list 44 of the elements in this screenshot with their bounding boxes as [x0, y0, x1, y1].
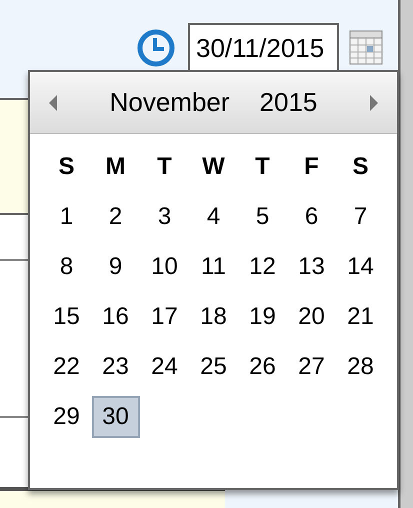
day-cell[interactable]: 22	[51, 349, 82, 385]
day-cell[interactable]: 29	[51, 399, 82, 435]
day-cell[interactable]: 20	[296, 299, 327, 335]
next-month-button[interactable]	[369, 94, 379, 112]
clock-icon[interactable]	[136, 28, 176, 68]
day-cell[interactable]: 11	[199, 249, 228, 285]
weekday-header: T	[157, 152, 172, 182]
calendar-icon[interactable]	[349, 30, 383, 66]
day-cell[interactable]: 18	[198, 299, 229, 335]
weekday-header: T	[255, 152, 270, 182]
day-cell[interactable]: 26	[247, 349, 278, 385]
day-cell[interactable]: 17	[149, 299, 180, 335]
day-cell[interactable]: 8	[58, 249, 76, 285]
day-cell[interactable]: 13	[296, 249, 327, 285]
weekday-header: M	[106, 152, 126, 182]
day-cell[interactable]: 25	[198, 349, 229, 385]
day-cell[interactable]: 7	[352, 199, 370, 235]
day-cell[interactable]: 6	[302, 199, 320, 235]
year-label: 2015	[260, 86, 318, 119]
day-cell[interactable]: 28	[345, 349, 376, 385]
date-field[interactable]: 30/11/2015	[188, 23, 339, 73]
day-cell[interactable]: 9	[106, 249, 124, 285]
day-cell[interactable]: 14	[345, 249, 376, 285]
day-cell[interactable]: 30	[92, 396, 140, 438]
day-cell[interactable]: 19	[247, 299, 278, 335]
day-cell[interactable]: 10	[149, 249, 180, 285]
day-cell[interactable]: 24	[149, 349, 180, 385]
weekday-header: S	[352, 152, 368, 182]
day-cell[interactable]: 3	[156, 199, 174, 235]
day-cell[interactable]: 5	[254, 199, 272, 235]
weekday-header: S	[58, 152, 74, 182]
previous-month-button[interactable]	[48, 94, 58, 112]
month-label: November	[110, 86, 230, 119]
day-cell[interactable]: 2	[106, 199, 124, 235]
day-cell[interactable]: 15	[51, 299, 82, 335]
day-cell[interactable]: 12	[247, 249, 278, 285]
day-cell[interactable]: 21	[345, 299, 376, 335]
day-cell[interactable]: 4	[204, 199, 222, 235]
day-cell[interactable]: 16	[100, 299, 131, 335]
weekday-header: W	[202, 152, 225, 182]
weekday-header: F	[304, 152, 319, 182]
day-cell[interactable]: 1	[58, 199, 76, 235]
day-cell[interactable]: 27	[296, 349, 327, 385]
day-cell[interactable]: 23	[100, 349, 131, 385]
